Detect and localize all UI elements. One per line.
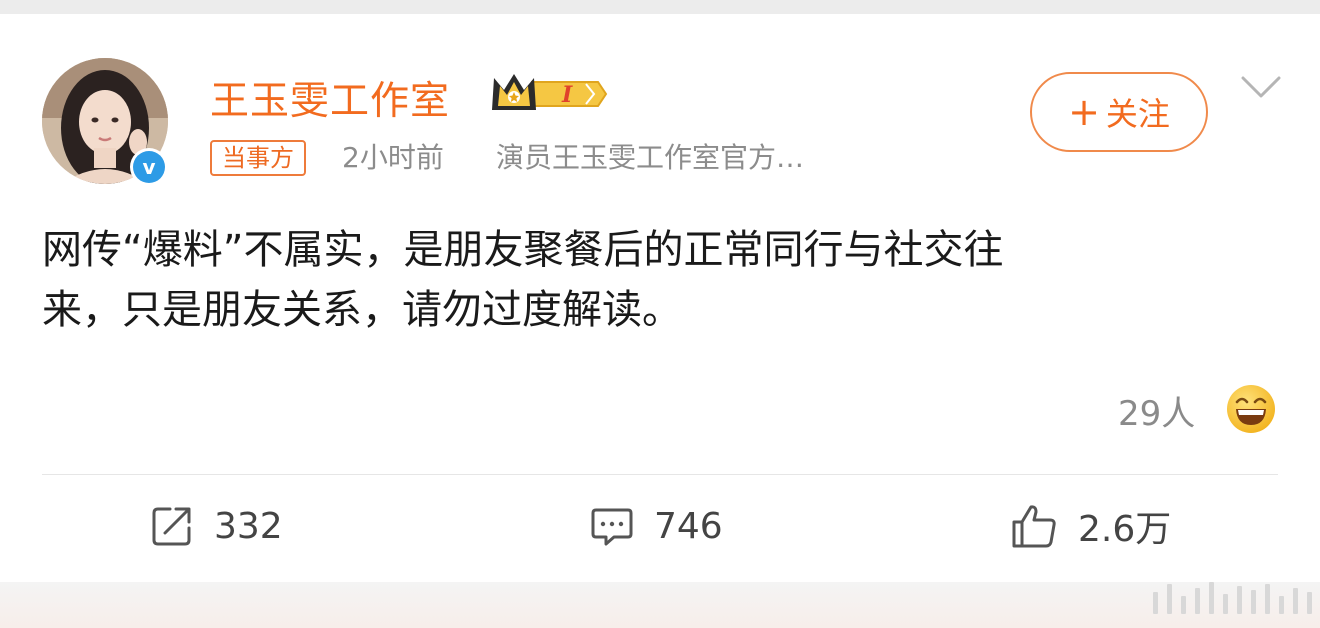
laugh-emoji-icon[interactable] <box>1226 384 1276 434</box>
like-count: 2.6万 <box>1078 509 1172 550</box>
post-source[interactable]: 演员王玉雯工作室官方… <box>496 140 804 176</box>
divider <box>42 474 1278 475</box>
verified-icon: v <box>130 148 168 186</box>
plus-icon: + <box>1068 90 1100 134</box>
bottom-strip <box>0 582 1320 628</box>
post-text: 网传“爆料”不属实，是朋友聚餐后的正常同行与社交往 来，只是朋友关系，请勿过度解… <box>42 220 1242 340</box>
repost-count: 332 <box>214 505 283 547</box>
official-tag: 当事方 <box>210 140 306 176</box>
crown-member-badge[interactable]: I <box>488 70 608 116</box>
top-strip <box>0 0 1320 14</box>
member-level-label: I <box>561 82 573 108</box>
comment-button[interactable]: 746 <box>590 500 723 552</box>
thumbs-up-icon <box>1012 505 1056 548</box>
repost-icon <box>152 507 191 546</box>
follow-button[interactable]: + 关注 <box>1030 72 1208 152</box>
post-time: 2小时前 <box>342 141 444 174</box>
comment-icon <box>591 508 633 546</box>
comment-count: 746 <box>654 505 723 547</box>
user-name[interactable]: 王玉雯工作室 <box>210 70 450 126</box>
post-text-line-2: 来，只是朋友关系，请勿过度解读。 <box>42 287 682 333</box>
chevron-down-icon[interactable] <box>1240 74 1282 100</box>
like-button[interactable]: 2.6万 <box>1010 500 1171 552</box>
post-text-line-1: 网传“爆料”不属实，是朋友聚餐后的正常同行与社交往 <box>42 227 1004 273</box>
watermark-bars <box>1153 578 1312 614</box>
follow-label: 关注 <box>1105 95 1170 133</box>
repost-button[interactable]: 332 <box>150 500 283 552</box>
reaction-count[interactable]: 29人 <box>1118 386 1195 435</box>
